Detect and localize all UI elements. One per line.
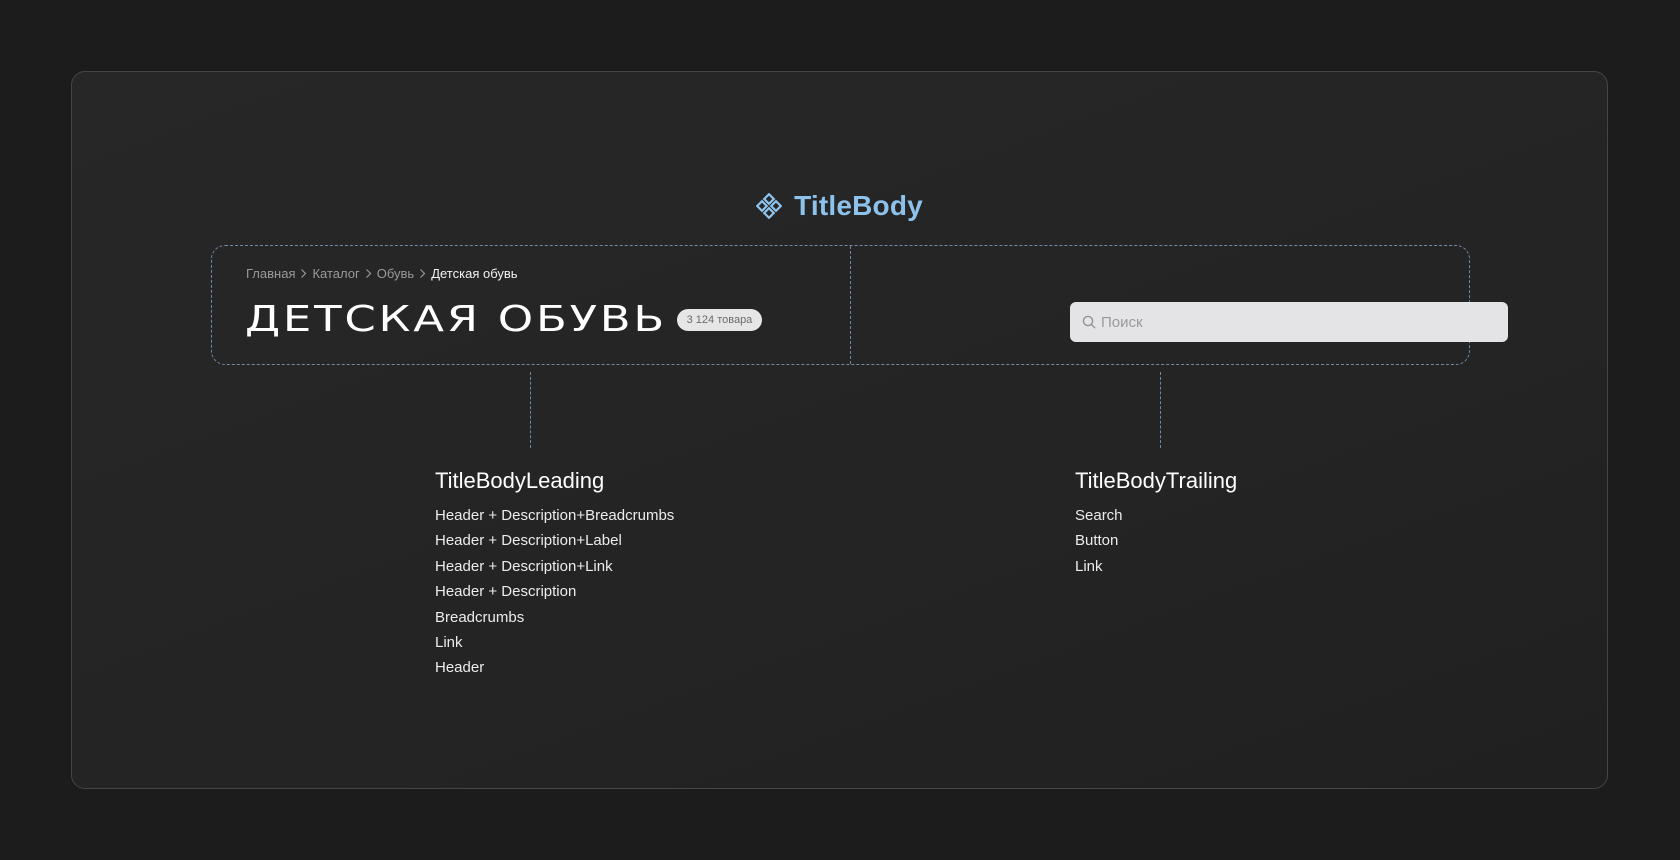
list-item: Header [435, 659, 485, 677]
leading-variants-list: TitleBodyLeading Header + Description+Br… [435, 466, 674, 681]
chevron-right-icon [365, 269, 372, 278]
breadcrumb: Главная Каталог Обувь Детская обувь [246, 266, 518, 281]
search-field[interactable] [1070, 302, 1508, 342]
list-item: Link [1075, 557, 1103, 575]
showcase-title: TitleBody [72, 190, 1607, 222]
leading-list-title: TitleBodyLeading [435, 468, 605, 493]
breadcrumb-item-current: Детская обувь [431, 266, 518, 281]
chevron-right-icon [301, 269, 307, 278]
list-item: Link [435, 633, 463, 651]
list-item: Breadcrumbs [435, 608, 525, 626]
showcase-card: TitleBody Главная Каталог Обувь Детская … [71, 71, 1608, 789]
list-item: Button [1075, 532, 1119, 550]
title-body-frame: Главная Каталог Обувь Детская обувь ДЕТС… [211, 245, 1508, 365]
trailing-variants-list: TitleBodyTrailing Search Button Link [1075, 466, 1237, 579]
search-input[interactable] [1101, 313, 1481, 331]
trailing-connector [1160, 372, 1161, 448]
breadcrumb-item-home[interactable]: Главная [246, 266, 295, 281]
frame-divider [850, 246, 851, 364]
list-item: Header + Description+Label [435, 532, 622, 550]
list-item: Header + Description [435, 583, 577, 601]
diamond-grid-icon [756, 193, 783, 219]
item-count-badge: 3 124 товара [676, 308, 763, 331]
list-item: Search [1075, 507, 1123, 524]
heading-row: ДЕТСКАЯ ОБУВЬ 3 124 товара [245, 299, 763, 340]
list-item: Header + Description+Link [435, 557, 613, 575]
list-item: Header + Description+Breadcrumbs [435, 507, 675, 524]
breadcrumb-item-catalog[interactable]: Каталог [312, 266, 359, 281]
leading-connector [530, 372, 531, 448]
chevron-right-icon [420, 269, 426, 278]
page-title: ДЕТСКАЯ ОБУВЬ [245, 299, 668, 340]
breadcrumb-item-shoes[interactable]: Обувь [377, 266, 414, 281]
search-icon [1082, 315, 1096, 329]
showcase-title-text: TitleBody [794, 190, 923, 221]
trailing-list-title: TitleBodyTrailing [1075, 468, 1238, 493]
